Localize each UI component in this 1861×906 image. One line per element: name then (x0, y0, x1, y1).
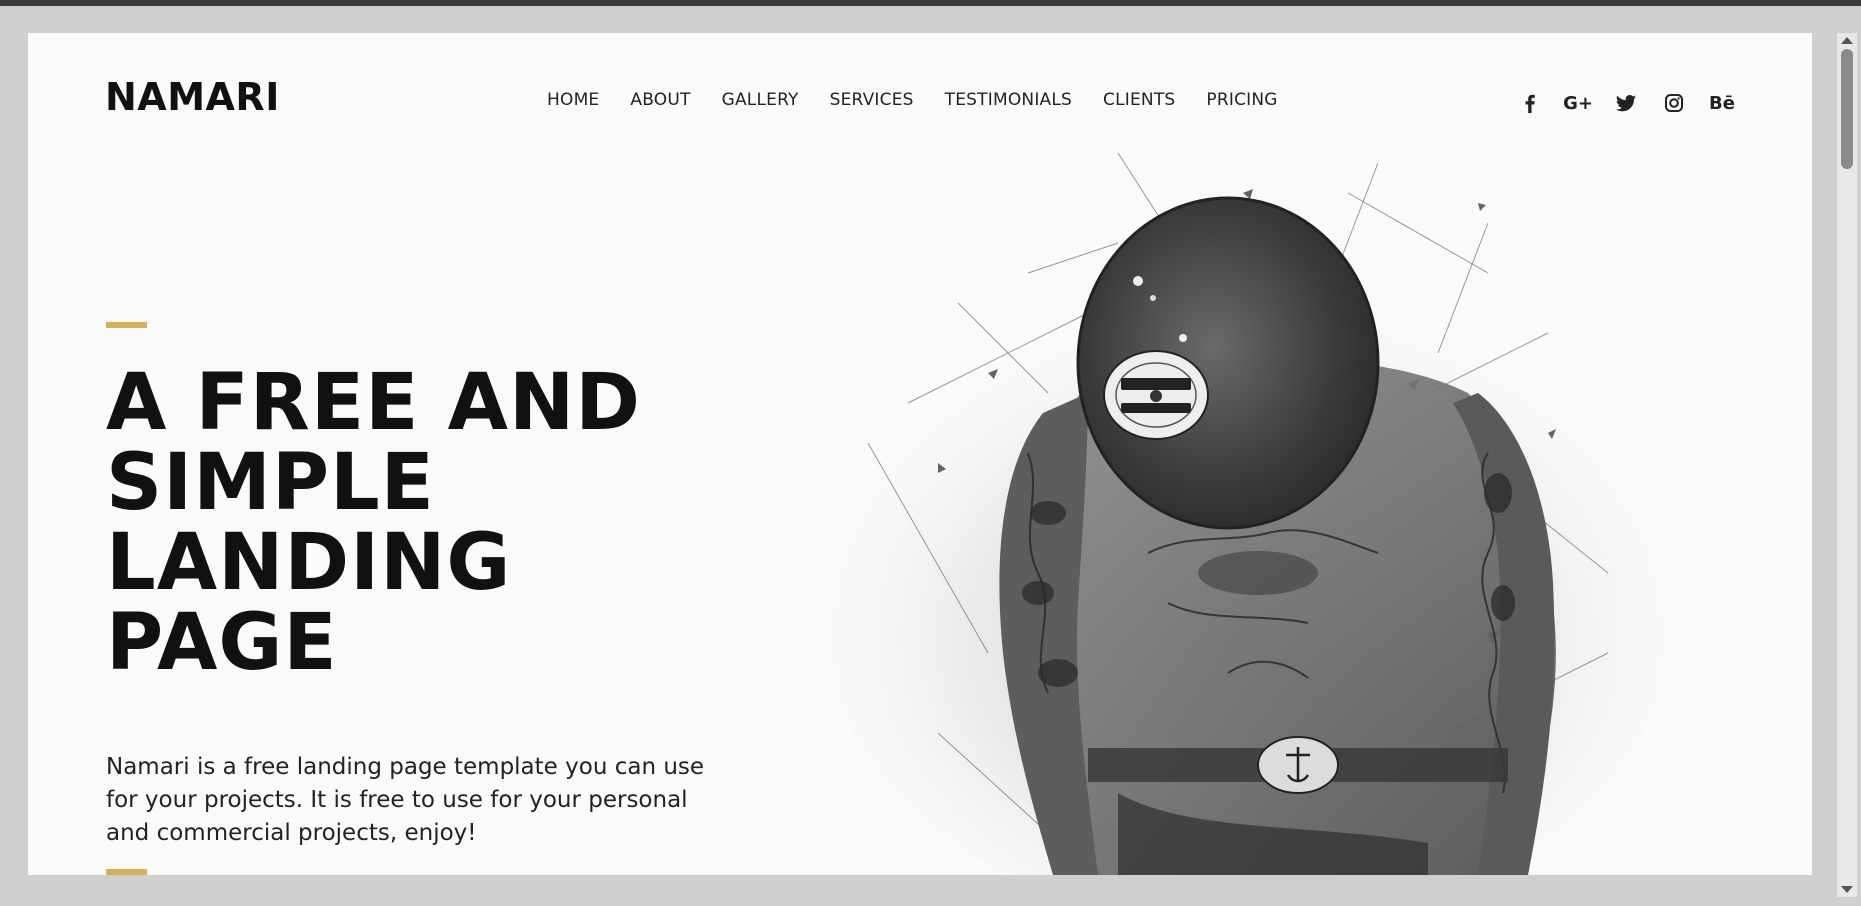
hero-title-line: LANDING (106, 518, 512, 608)
hero-title-line: A FREE AND (106, 358, 641, 448)
hero-title-line: PAGE (106, 598, 338, 688)
vertical-scrollbar[interactable] (1837, 33, 1857, 897)
nav-about[interactable]: ABOUT (630, 90, 690, 110)
scroll-up-arrow-icon[interactable] (1841, 37, 1853, 44)
accent-bar-bottom (106, 869, 147, 875)
nav-pricing[interactable]: PRICING (1206, 90, 1277, 110)
twitter-icon[interactable] (1602, 89, 1650, 117)
browser-top-edge (0, 0, 1861, 6)
social-links: G+ Bē (1506, 89, 1746, 117)
nav-testimonials[interactable]: TESTIMONIALS (945, 90, 1072, 110)
instagram-icon[interactable] (1650, 89, 1698, 117)
accent-bar-top (106, 322, 147, 328)
facebook-icon[interactable] (1506, 89, 1554, 117)
hero-title: A FREE AND SIMPLE LANDING PAGE (106, 363, 666, 683)
scrollbar-thumb[interactable] (1841, 49, 1853, 169)
main-nav: HOME ABOUT GALLERY SERVICES TESTIMONIALS… (547, 90, 1309, 110)
hero-description: Namari is a free landing page template y… (106, 754, 705, 846)
behance-icon[interactable]: Bē (1698, 89, 1746, 117)
hero-title-line: SIMPLE (106, 438, 435, 528)
nav-gallery[interactable]: GALLERY (722, 90, 799, 110)
google-plus-icon[interactable]: G+ (1554, 89, 1602, 117)
site-logo[interactable]: NAMARI (105, 75, 280, 119)
page-viewport: NAMARI HOME ABOUT GALLERY SERVICES TESTI… (28, 33, 1812, 875)
nav-services[interactable]: SERVICES (830, 90, 914, 110)
scroll-down-arrow-icon[interactable] (1841, 886, 1853, 893)
nav-home[interactable]: HOME (547, 90, 599, 110)
hero-illustration (788, 133, 1768, 875)
nav-clients[interactable]: CLIENTS (1103, 90, 1175, 110)
